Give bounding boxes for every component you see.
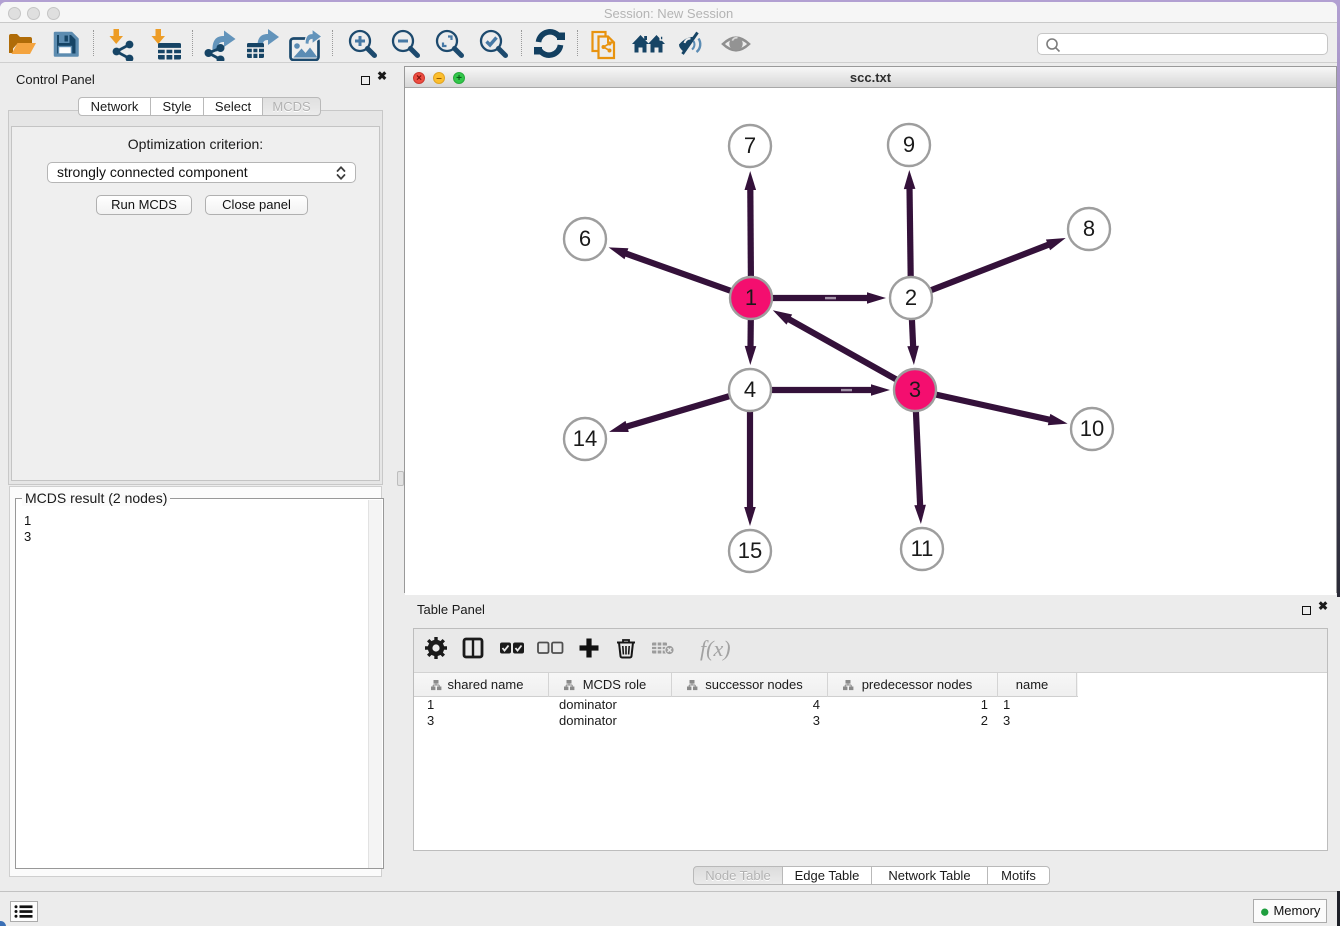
svg-text:3: 3: [909, 377, 921, 402]
svg-text:7: 7: [744, 133, 756, 158]
svg-text:14: 14: [573, 426, 597, 451]
svg-text:1: 1: [745, 285, 757, 310]
svg-text:8: 8: [1083, 216, 1095, 241]
svg-text:4: 4: [744, 377, 756, 402]
svg-text:2: 2: [905, 285, 917, 310]
svg-text:6: 6: [579, 226, 591, 251]
svg-text:10: 10: [1080, 416, 1104, 441]
svg-text:f(x): f(x): [700, 636, 731, 661]
svg-text:15: 15: [738, 538, 762, 563]
svg-text:11: 11: [911, 536, 934, 561]
svg-text:9: 9: [903, 132, 915, 157]
